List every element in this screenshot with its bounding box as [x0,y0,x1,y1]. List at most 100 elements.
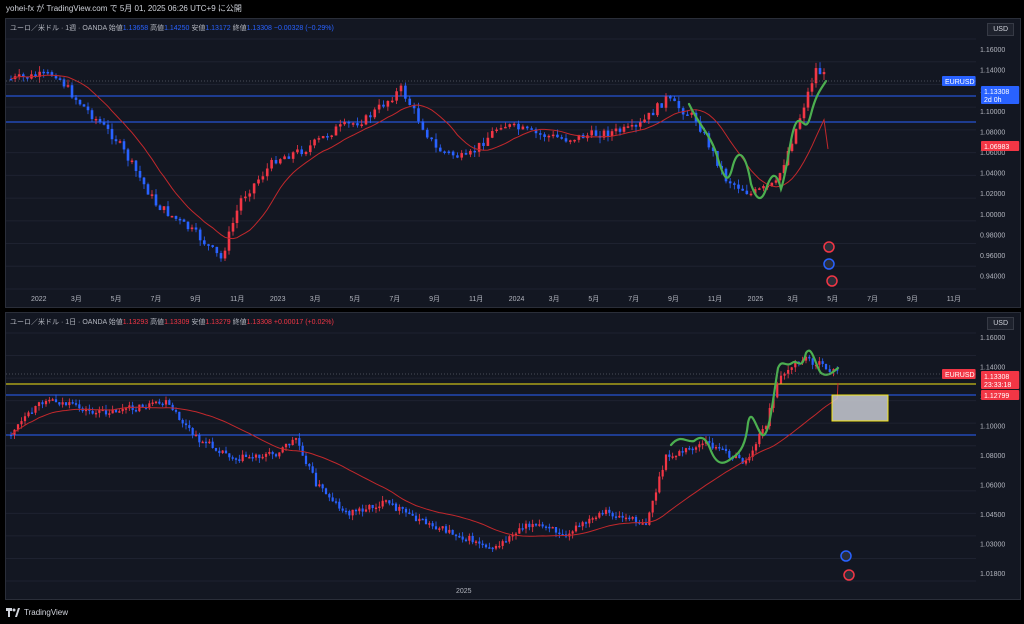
candle-body [20,421,23,425]
candle-body [178,218,182,221]
candle-body [698,444,701,448]
candle-body [244,454,248,458]
candle-body [51,399,54,401]
event-gear-icon [823,258,835,270]
candle-body [46,71,50,74]
price-axis-label: 1.04000 [980,171,1005,178]
time-axis-label: 2025 [456,588,472,595]
candle-body [296,149,299,153]
time-axis-label: 3月 [787,295,798,303]
candle-body [501,541,504,546]
candle-body [284,443,288,448]
candle-body [573,139,576,142]
candle-body [126,149,130,161]
candle-body [721,448,724,451]
time-axis-label: 3月 [549,295,560,303]
candle-body [548,526,551,529]
candle-body [484,544,488,548]
candle-body [654,492,658,501]
candle-body [62,79,66,87]
price-axis-label: 1.01800 [980,571,1005,578]
candle-body [124,408,128,410]
candle-body [708,441,711,443]
candle-body [762,186,765,189]
candle-body [544,526,548,528]
candle-body [560,137,564,139]
candle-body [154,401,158,404]
candle-body [58,78,62,80]
candle-body [454,534,458,537]
candle-body [668,454,671,457]
candle-body [182,219,186,222]
candle-body [343,121,346,125]
candle-body [821,361,824,364]
candle-body [758,433,761,445]
candle-body [208,441,211,444]
weekly-chart-canvas[interactable]: 1.160001.140001.120001.100001.080001.060… [6,19,1021,308]
candle-body [348,511,351,516]
candle-body [430,137,433,140]
candle-body [61,402,64,405]
candle-body [158,205,162,210]
projection-box [831,394,889,422]
candle-body [495,129,498,132]
candle-body [591,518,594,520]
candle-body [254,454,258,458]
time-axis-label: 3月 [310,295,321,303]
candle-body [517,123,520,130]
price-axis-label: 1.04500 [980,512,1005,519]
candle-body [281,447,284,453]
chart-pane-weekly[interactable]: ユーロ／米ドル · 1週 · OANDA 始値1.13658 高値1.14250… [5,18,1021,308]
candle-body [351,509,354,516]
time-axis-label: 11月 [230,295,244,303]
candle-body [198,434,201,443]
candle-body [321,484,324,489]
candle-body [418,518,421,522]
candle-body [638,122,642,127]
daily-chart-canvas[interactable]: 1.160001.140001.120001.100001.080001.060… [6,313,1021,600]
candle-body [408,512,411,515]
candle-body [341,508,344,511]
candle-body [66,85,70,87]
candle-body [622,126,626,132]
candle-body [184,423,188,426]
candle-body [818,68,822,75]
candle-body [469,150,472,155]
candle-body [308,145,312,152]
candle-body [794,128,798,144]
candle-body [701,443,704,446]
candle-body [391,503,394,505]
candle-body [373,109,377,118]
candle-body [724,448,728,452]
candle-body [554,527,558,533]
candle-body [227,231,231,251]
candle-body [130,160,134,163]
time-axis-label: 2025 [748,296,764,303]
candle-body [628,517,631,520]
candle-body [647,112,651,120]
candle-body [395,91,398,101]
candle-body [790,367,793,370]
tradingview-logo[interactable]: TradingView [6,608,68,617]
candle-body [486,137,490,146]
candle-body [82,104,86,107]
candle-body [271,451,274,455]
candle-body [714,447,718,449]
time-axis-label: 5月 [588,295,599,303]
candle-body [686,114,689,116]
event-flag-icon [826,275,838,287]
candle-body [482,142,485,146]
candle-body [810,83,814,92]
candle-body [425,129,429,138]
price-axis-label: 1.00000 [980,212,1005,219]
candle-body [138,404,141,412]
candle-body [438,528,441,530]
candle-body [556,134,559,138]
candle-body [399,85,403,92]
time-axis-label: 11月 [469,295,483,303]
candle-body [598,512,601,518]
chart-pane-daily[interactable]: ユーロ／米ドル · 1日 · OANDA 始値1.13293 高値1.13309… [5,312,1021,600]
price-axis-label: 1.14000 [980,365,1005,372]
candle-body [525,126,529,129]
price-axis-label: 1.10000 [980,109,1005,116]
